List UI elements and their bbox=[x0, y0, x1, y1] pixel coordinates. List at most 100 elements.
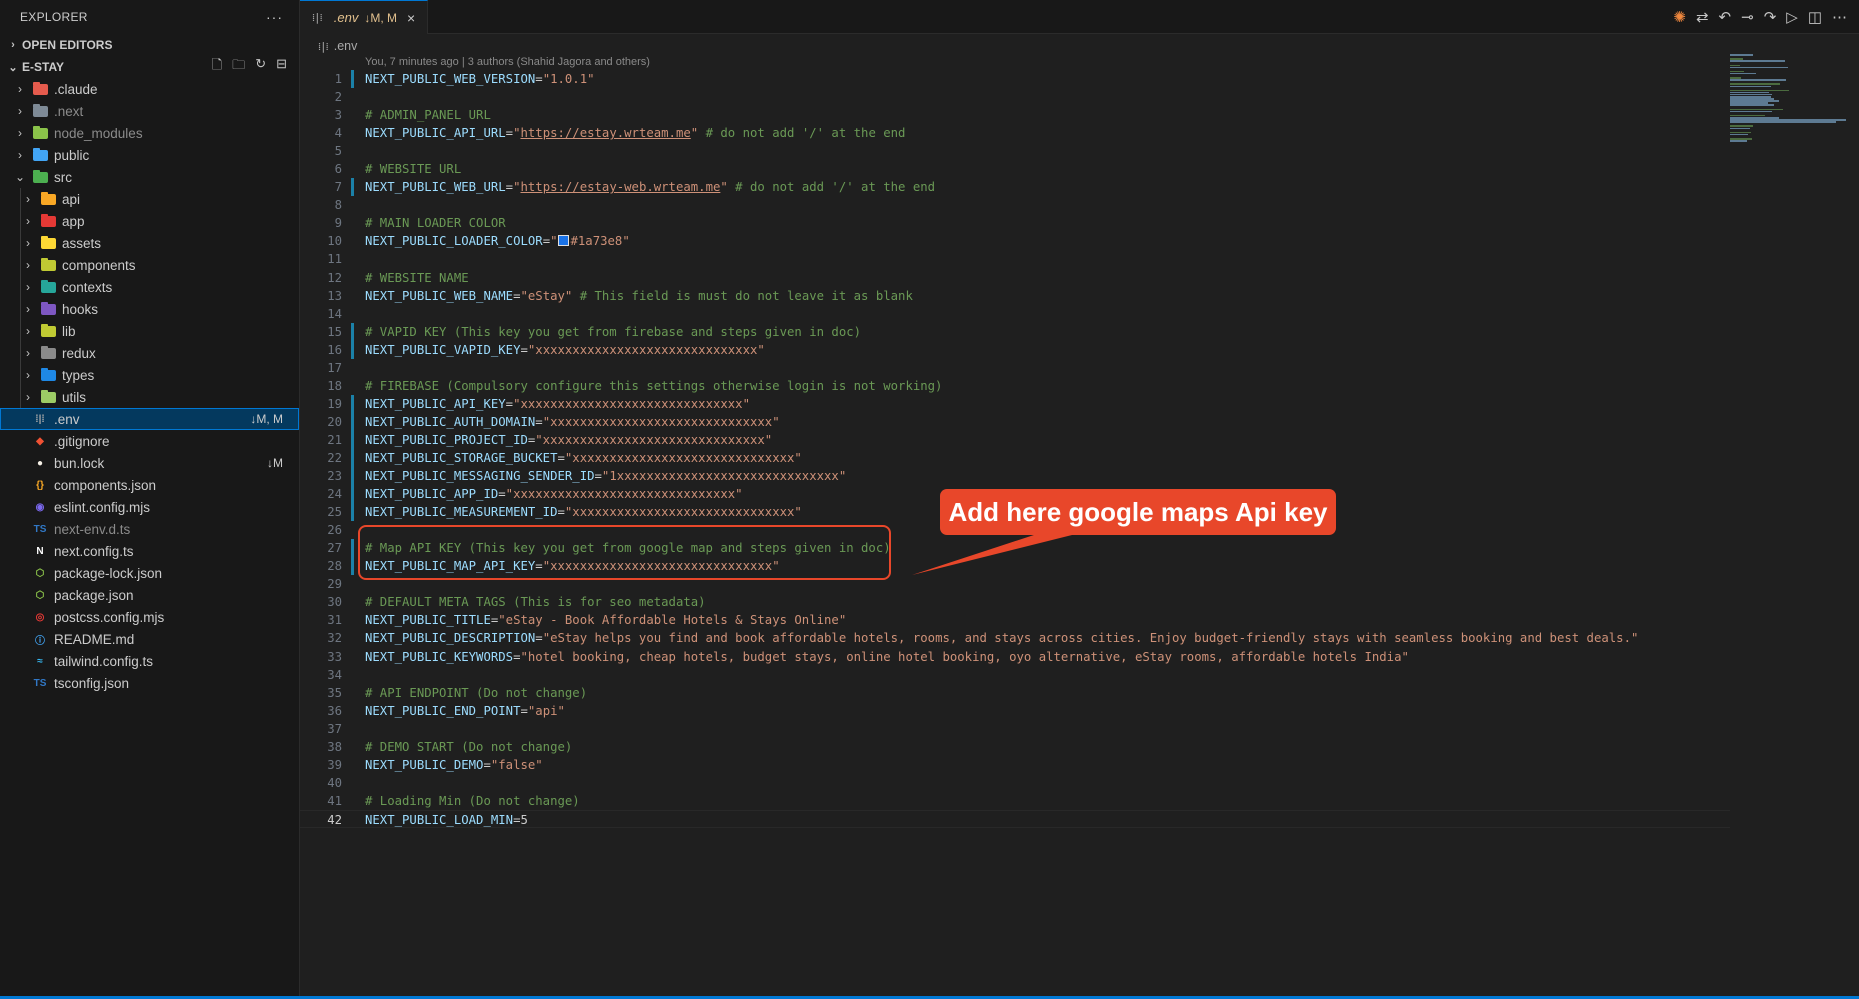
tree-item[interactable]: › utils bbox=[0, 386, 299, 408]
code-line[interactable]: 32 NEXT_PUBLIC_DESCRIPTION="eStay helps y… bbox=[300, 629, 1730, 647]
code-token: NEXT_PUBLIC_KEYWORDS bbox=[365, 649, 514, 664]
tree-item[interactable]: › .next bbox=[0, 100, 299, 122]
code-line[interactable]: 42 NEXT_PUBLIC_LOAD_MIN=5 bbox=[300, 809, 1730, 828]
code-line[interactable]: 30 # DEFAULT META TAGS (This is for seo m… bbox=[300, 593, 1730, 611]
tree-item[interactable]: TS next-env.d.ts bbox=[0, 518, 299, 540]
tree-item[interactable]: ◉ eslint.config.mjs bbox=[0, 496, 299, 518]
timeline-icon[interactable]: ⊸ bbox=[1741, 8, 1754, 26]
split-editor-icon[interactable]: ◫ bbox=[1808, 8, 1822, 26]
close-tab-icon[interactable]: × bbox=[407, 10, 415, 26]
tree-item[interactable]: {} components.json bbox=[0, 474, 299, 496]
code-token: # do not add '/' at the end bbox=[727, 180, 936, 195]
code-lines[interactable]: 1 NEXT_PUBLIC_WEB_VERSION="1.0.1" 2 3 # ADMI… bbox=[300, 70, 1730, 828]
code-line[interactable]: 40 bbox=[300, 774, 1730, 792]
code-line[interactable]: 23 NEXT_PUBLIC_MESSAGING_SENDER_ID="1xxxx… bbox=[300, 467, 1730, 486]
refresh-icon[interactable]: ↻ bbox=[255, 56, 266, 78]
tree-item[interactable]: › app bbox=[0, 210, 299, 232]
tree-item[interactable]: ⁞|⁞ .env ↓M, M bbox=[0, 408, 299, 430]
tree-item[interactable]: › assets bbox=[0, 232, 299, 254]
code-line[interactable]: 36 NEXT_PUBLIC_END_POINT="api" bbox=[300, 702, 1730, 720]
tree-item[interactable]: › api bbox=[0, 188, 299, 210]
code-line[interactable]: 15 # VAPID KEY (This key you get from fir… bbox=[300, 322, 1730, 341]
tree-item[interactable]: › redux bbox=[0, 342, 299, 364]
code-line[interactable]: 19 NEXT_PUBLIC_API_KEY="xxxxxxxxxxxxxxxxx… bbox=[300, 394, 1730, 413]
line-number: 31 bbox=[327, 613, 342, 628]
code-line[interactable]: 38 # DEMO START (Do not change) bbox=[300, 738, 1730, 756]
go-forward-icon[interactable]: ↷ bbox=[1764, 8, 1777, 26]
code-line[interactable]: 10 NEXT_PUBLIC_LOADER_COLOR=" #1a73e8" bbox=[300, 232, 1730, 250]
new-folder-icon[interactable]: 🗀 bbox=[232, 56, 245, 78]
project-section[interactable]: ⌄ E-STAY 🗋 🗀 ↻ ⊟ bbox=[0, 56, 299, 78]
code-line[interactable]: 5 bbox=[300, 142, 1730, 160]
breadcrumb[interactable]: ⁞|⁞ .env bbox=[318, 36, 357, 56]
more-actions-icon[interactable]: ··· bbox=[266, 9, 283, 25]
code-line[interactable]: 31 NEXT_PUBLIC_TITLE="eStay - Book Afford… bbox=[300, 611, 1730, 629]
url-link[interactable]: https://estay-web.wrteam.me bbox=[520, 180, 720, 194]
code-line[interactable]: 37 bbox=[300, 720, 1730, 738]
code-line[interactable]: 16 NEXT_PUBLIC_VAPID_KEY="xxxxxxxxxxxxxxx… bbox=[300, 340, 1730, 359]
tree-item[interactable]: ⓘ README.md bbox=[0, 628, 299, 650]
url-link[interactable]: https://estay.wrteam.me bbox=[520, 126, 690, 140]
npm-file-icon: ⬡ bbox=[35, 589, 45, 601]
tree-item[interactable]: ◆ .gitignore bbox=[0, 430, 299, 452]
tree-item[interactable]: ◎ postcss.config.mjs bbox=[0, 606, 299, 628]
tree-item[interactable]: TS tsconfig.json bbox=[0, 672, 299, 694]
new-file-icon[interactable]: 🗋 bbox=[212, 56, 222, 78]
tree-item[interactable]: › components bbox=[0, 254, 299, 276]
tree-item[interactable]: ● bun.lock ↓M bbox=[0, 452, 299, 474]
file-tree: › .claude › .next › node_modules › public ⌄ src › a… bbox=[0, 78, 299, 694]
tab-env[interactable]: ⁞|⁞ .env ↓M, M × bbox=[300, 0, 428, 34]
compare-changes-icon[interactable]: ⇄ bbox=[1696, 8, 1709, 26]
code-line[interactable]: 3 # ADMIN_PANEL URL bbox=[300, 106, 1730, 124]
code-line[interactable]: 22 NEXT_PUBLIC_STORAGE_BUCKET="xxxxxxxxxx… bbox=[300, 448, 1730, 468]
code-line[interactable]: 4 NEXT_PUBLIC_API_URL="https://estay.wrte… bbox=[300, 124, 1730, 142]
tree-item-label: tsconfig.json bbox=[54, 675, 130, 691]
tree-item[interactable]: Nnext.config.ts bbox=[0, 540, 299, 562]
tree-item[interactable]: › public bbox=[0, 144, 299, 166]
folder-shape bbox=[40, 257, 56, 271]
collapse-all-icon[interactable]: ⊟ bbox=[276, 56, 287, 78]
code-line[interactable]: 1 NEXT_PUBLIC_WEB_VERSION="1.0.1" bbox=[300, 70, 1730, 89]
more-editor-actions-icon[interactable]: ⋯ bbox=[1832, 8, 1847, 26]
folder-shape bbox=[40, 279, 56, 293]
minimap[interactable] bbox=[1728, 54, 1848, 144]
tree-item[interactable]: ⬡ package.json bbox=[0, 584, 299, 606]
code-line[interactable]: 7 NEXT_PUBLIC_WEB_URL= "https://estay-web.… bbox=[300, 178, 1730, 197]
code-line[interactable]: 2 bbox=[300, 88, 1730, 106]
tree-item[interactable]: ≈ tailwind.config.ts bbox=[0, 650, 299, 672]
code-line[interactable]: 13 NEXT_PUBLIC_WEB_NAME="eStay" # This fi… bbox=[300, 287, 1730, 305]
code-line[interactable]: 17 bbox=[300, 359, 1730, 377]
code-line[interactable]: 33 NEXT_PUBLIC_KEYWORDS="hotel booking, c… bbox=[300, 648, 1730, 666]
code-line[interactable]: 41 # Loading Min (Do not change) bbox=[300, 792, 1730, 810]
code-line[interactable]: 35 # API ENDPOINT (Do not change) bbox=[300, 684, 1730, 702]
tree-item[interactable]: ⬡ package-lock.json bbox=[0, 562, 299, 584]
code-line[interactable]: 39 NEXT_PUBLIC_DEMO="false" bbox=[300, 756, 1730, 774]
code-line[interactable]: 20 NEXT_PUBLIC_AUTH_DOMAIN="xxxxxxxxxxxxx… bbox=[300, 412, 1730, 431]
code-line[interactable]: 11 bbox=[300, 250, 1730, 268]
chevron-right-icon: › bbox=[26, 192, 30, 206]
open-editors-section[interactable]: › OPEN EDITORS bbox=[0, 34, 299, 56]
tree-item[interactable]: › hooks bbox=[0, 298, 299, 320]
tree-item[interactable]: › lib bbox=[0, 320, 299, 342]
breadcrumb-file[interactable]: .env bbox=[334, 39, 358, 53]
eslint-file-icon: ◉ bbox=[35, 501, 45, 513]
code-line[interactable]: 18 # FIREBASE (Compulsory configure this … bbox=[300, 377, 1730, 395]
code-token: NEXT_PUBLIC_AUTH_DOMAIN bbox=[365, 414, 536, 429]
tree-item[interactable]: › node_modules bbox=[0, 122, 299, 144]
code-line[interactable]: 9 # MAIN LOADER COLOR bbox=[300, 214, 1730, 232]
tree-item[interactable]: › contexts bbox=[0, 276, 299, 298]
code-line[interactable]: 34 bbox=[300, 666, 1730, 684]
code-line[interactable]: 21 NEXT_PUBLIC_PROJECT_ID="xxxxxxxxxxxxxx… bbox=[300, 430, 1730, 450]
go-back-icon[interactable]: ↶ bbox=[1719, 8, 1732, 26]
color-swatch[interactable] bbox=[557, 235, 569, 247]
tree-item[interactable]: › types bbox=[0, 364, 299, 386]
code-line[interactable]: 6 # WEBSITE URL bbox=[300, 160, 1730, 178]
code-line[interactable]: 12 # WEBSITE NAME bbox=[300, 269, 1730, 287]
code-line[interactable]: 14 bbox=[300, 305, 1730, 323]
tree-item[interactable]: ⌄ src bbox=[0, 166, 299, 188]
folder-shape bbox=[32, 169, 48, 183]
tree-item[interactable]: › .claude bbox=[0, 78, 299, 100]
code-line[interactable]: 8 bbox=[300, 196, 1730, 214]
ai-sparkle-icon[interactable]: ✺ bbox=[1673, 8, 1686, 26]
run-icon[interactable]: ▷ bbox=[1786, 8, 1798, 26]
